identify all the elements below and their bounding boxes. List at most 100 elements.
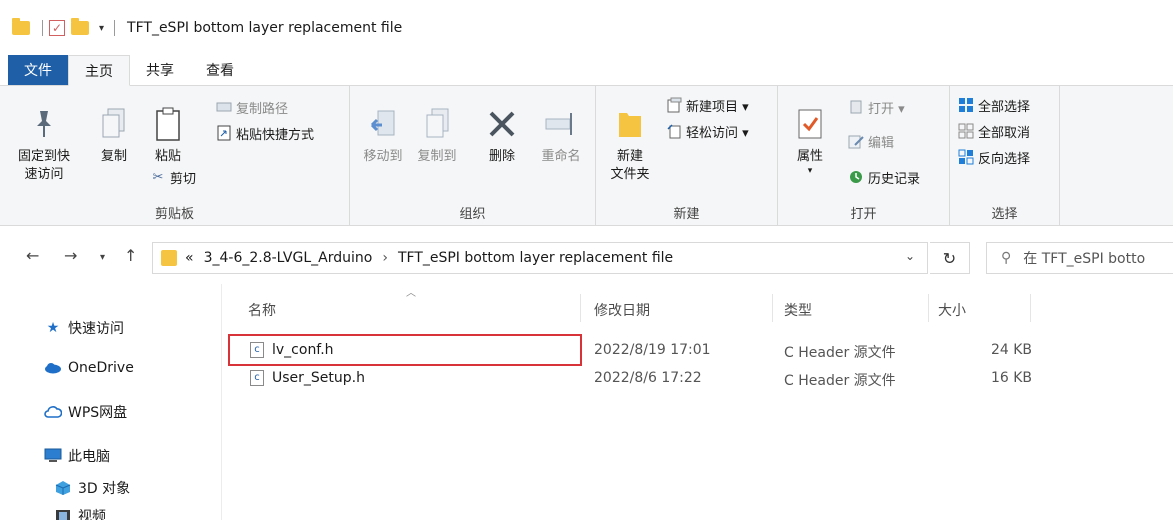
file-name-cell[interactable]: c User_Setup.h (250, 370, 365, 386)
invert-selection-icon (958, 149, 974, 165)
select-none-icon (958, 123, 974, 139)
sidebar-item-quick-access[interactable]: ★ 快速访问 (44, 318, 124, 338)
paste-shortcut-button[interactable]: 粘贴快捷方式 (216, 122, 314, 144)
sidebar-item-3d-objects[interactable]: 3D 对象 (54, 478, 130, 498)
file-date: 2022/8/6 17:22 (594, 370, 702, 386)
properties-check-icon[interactable]: ✓ (49, 20, 65, 36)
delete-button[interactable]: 删除 (482, 104, 522, 166)
easy-access-button[interactable]: 轻松访问 ▾ (666, 120, 749, 142)
column-header-type[interactable]: 类型 (784, 300, 812, 320)
column-header-date[interactable]: 修改日期 (594, 300, 650, 320)
open-label: 打开 ▾ (868, 101, 905, 117)
c-header-file-icon: c (250, 370, 264, 386)
copy-path-label: 复制路径 (236, 101, 289, 117)
annotation-highlight-box (228, 334, 582, 366)
breadcrumb-overflow[interactable]: « (185, 250, 194, 266)
easy-access-icon (666, 123, 682, 139)
sidebar-item-onedrive[interactable]: OneDrive (44, 360, 134, 376)
new-folder-icon[interactable] (71, 18, 89, 35)
new-folder-label-1: 新建 (616, 149, 643, 164)
column-divider[interactable] (772, 294, 773, 322)
navigation-bar: ← → ▾ ↑ « 3_4-6_2.8-LVGL_Arduino › TFT_e… (0, 230, 1173, 284)
back-arrow-icon[interactable]: ← (26, 246, 39, 265)
tab-home[interactable]: 主页 (68, 55, 130, 86)
select-none-button[interactable]: 全部取消 (958, 120, 1030, 142)
cloud-icon (44, 360, 62, 376)
paste-icon (150, 104, 186, 144)
pin-label-2: 速访问 (24, 167, 64, 182)
select-group-label: 选择 (991, 207, 1018, 222)
paste-shortcut-label: 粘贴快捷方式 (236, 127, 315, 143)
properties-button[interactable]: 属性 ▾ (790, 104, 830, 176)
open-group: 属性 ▾ 打开 ▾ 编辑 历史记录 打开 (778, 86, 950, 226)
copy-to-label: 复制到 (417, 149, 457, 164)
properties-label: 属性 (796, 149, 823, 164)
open-icon (848, 99, 864, 115)
recent-locations-chevron-icon[interactable]: ▾ (100, 252, 105, 263)
history-button[interactable]: 历史记录 (848, 166, 920, 188)
shortcut-icon (216, 125, 232, 141)
address-bar[interactable]: « 3_4-6_2.8-LVGL_Arduino › TFT_eSPI bott… (152, 242, 928, 274)
new-group: 新建 文件夹 新建项目 ▾ 轻松访问 ▾ 新建 (596, 86, 778, 226)
column-header-size[interactable]: 大小 (938, 300, 966, 320)
search-box[interactable]: ⚲ 在 TFT_eSPI botto (986, 242, 1173, 274)
move-to-icon (365, 104, 401, 144)
pin-quick-access-button[interactable]: 固定到快 速访问 (12, 104, 76, 184)
column-divider[interactable] (928, 294, 929, 322)
cut-button[interactable]: ✂ 剪切 (150, 166, 196, 188)
sidebar-item-wps[interactable]: WPS网盘 (44, 402, 127, 422)
select-all-icon (958, 97, 974, 113)
tab-view[interactable]: 查看 (190, 55, 250, 85)
copy-button[interactable]: 复制 (92, 104, 136, 166)
table-row[interactable]: c User_Setup.h 2022/8/6 17:22 C Header 源文… (222, 368, 1173, 390)
history-icon (848, 169, 864, 185)
select-all-label: 全部选择 (978, 99, 1031, 115)
invert-selection-button[interactable]: 反向选择 (958, 146, 1030, 168)
open-group-label: 打开 (850, 207, 877, 222)
easy-access-label: 轻松访问 ▾ (686, 125, 749, 141)
quick-access-dropdown-icon[interactable]: ▾ (99, 23, 104, 34)
forward-arrow-icon[interactable]: → (64, 246, 77, 265)
paste-button[interactable]: 粘贴 (148, 104, 188, 166)
tab-share[interactable]: 共享 (130, 55, 190, 85)
history-label: 历史记录 (868, 171, 921, 187)
folder-icon[interactable] (12, 18, 30, 35)
delete-label: 删除 (488, 149, 515, 164)
organize-group: 移动到 复制到 删除 重命名 组织 (350, 86, 596, 226)
rename-label: 重命名 (541, 149, 581, 164)
sidebar-item-label: 3D 对象 (78, 481, 131, 497)
new-item-button[interactable]: 新建项目 ▾ (666, 94, 749, 116)
scissors-icon: ✂ (152, 169, 164, 185)
sidebar-item-videos[interactable]: 视频 (54, 506, 106, 520)
edit-button[interactable]: 编辑 (848, 130, 894, 152)
new-item-icon (666, 97, 682, 113)
column-divider[interactable] (1030, 294, 1031, 322)
move-to-button[interactable]: 移动到 (358, 104, 408, 166)
file-type: C Header 源文件 (784, 345, 896, 361)
refresh-icon[interactable]: ↻ (930, 242, 970, 274)
computer-icon (44, 448, 62, 464)
tab-file[interactable]: 文件 (8, 55, 68, 85)
address-dropdown-icon[interactable]: ⌄ (905, 249, 915, 263)
clipboard-group-label: 剪贴板 (154, 207, 194, 222)
sidebar-item-label: 视频 (78, 509, 106, 520)
sidebar-item-this-pc[interactable]: 此电脑 (44, 446, 110, 466)
up-arrow-icon[interactable]: ↑ (124, 246, 137, 265)
rename-button[interactable]: 重命名 (534, 104, 588, 166)
column-divider[interactable] (580, 294, 581, 322)
new-folder-button[interactable]: 新建 文件夹 (602, 104, 658, 184)
column-header-name[interactable]: 名称 (248, 300, 276, 320)
breadcrumb-chevron-icon[interactable]: › (382, 250, 388, 266)
open-button[interactable]: 打开 ▾ (848, 96, 905, 118)
select-none-label: 全部取消 (978, 125, 1031, 141)
copy-to-button[interactable]: 复制到 (412, 104, 462, 166)
copy-to-icon (419, 104, 455, 144)
breadcrumb-item[interactable]: 3_4-6_2.8-LVGL_Arduino (204, 250, 373, 266)
copy-path-button[interactable]: 复制路径 (216, 96, 288, 118)
properties-dropdown-icon[interactable]: ▾ (808, 166, 813, 176)
select-all-button[interactable]: 全部选择 (958, 94, 1030, 116)
new-folder-label-2: 文件夹 (610, 167, 650, 182)
sidebar-item-label: WPS网盘 (68, 405, 128, 421)
sort-caret-icon: ︿ (406, 288, 416, 299)
breadcrumb-item[interactable]: TFT_eSPI bottom layer replacement file (398, 250, 673, 266)
